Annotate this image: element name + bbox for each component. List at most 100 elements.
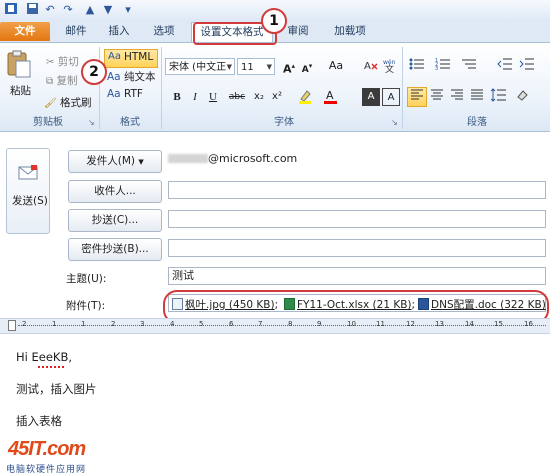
plain-text-format-prefix: Aa: [107, 71, 121, 83]
shading-icon[interactable]: [514, 88, 532, 106]
svg-text:A: A: [326, 89, 334, 102]
cut-label: 剪切: [57, 56, 79, 68]
ruler-number: 14: [465, 320, 474, 328]
shrink-font-button[interactable]: A▾: [298, 57, 316, 75]
dialog-launcher-icon[interactable]: ↘: [391, 118, 398, 127]
send-button[interactable]: 发送(S): [6, 148, 50, 234]
plain-text-format-label: 纯文本: [123, 71, 156, 83]
rtf-format-button[interactable]: Aa RTF: [107, 88, 143, 100]
html-format-button[interactable]: Aa HTML: [104, 49, 158, 68]
bcc-field[interactable]: [168, 239, 546, 257]
bcc-button[interactable]: 密件抄送(B)...: [68, 238, 162, 261]
redo-icon[interactable]: ↷: [60, 2, 76, 17]
chevron-down-icon: ▼: [226, 63, 232, 71]
down-arrow-icon[interactable]: ▼: [100, 2, 116, 17]
numbering-icon[interactable]: 123: [434, 57, 452, 75]
format-painter-button[interactable]: 🖌 格式刷: [44, 95, 92, 110]
ruler-number: 4: [170, 320, 175, 328]
from-domain: @microsoft.com: [208, 152, 298, 165]
italic-button[interactable]: I: [186, 88, 204, 106]
change-case-label: Aa: [328, 59, 344, 72]
align-center-icon[interactable]: [428, 88, 446, 106]
dialog-launcher-icon[interactable]: ↘: [88, 118, 95, 127]
ribbon: 粘贴 ✂ 剪切 ⧉ 复制 🖌 格式刷 剪贴板 ↘ Aa HTML Aa 纯文本 …: [0, 43, 550, 132]
bullets-icon[interactable]: [408, 57, 426, 75]
tab-addins[interactable]: 加载项: [326, 22, 374, 41]
spellcheck-underline: [38, 364, 64, 368]
grow-font-button[interactable]: A▴: [280, 57, 298, 76]
increase-indent-icon[interactable]: [518, 57, 536, 75]
decrease-indent-icon[interactable]: [496, 57, 514, 75]
change-case-button[interactable]: Aa: [324, 57, 348, 75]
ruler-number: 16: [524, 320, 533, 328]
ruler-number: 5: [199, 320, 204, 328]
ruler-number: 12: [406, 320, 415, 328]
phonetic-guide-icon[interactable]: wén 文: [382, 57, 400, 75]
ruler-number: 13: [435, 320, 444, 328]
highlight-icon[interactable]: [296, 88, 314, 106]
chevron-down-icon: ▼: [138, 158, 144, 166]
callout-marker-1: 1: [261, 8, 287, 34]
align-right-icon[interactable]: [448, 88, 466, 106]
plain-text-format-button[interactable]: Aa 纯文本: [107, 69, 155, 84]
save-icon[interactable]: [24, 2, 40, 17]
ruler-number: 3: [140, 320, 145, 328]
body-line-3[interactable]: 插入表格: [16, 413, 62, 429]
svg-text:文: 文: [385, 63, 394, 73]
subscript-button[interactable]: x₂: [250, 88, 268, 106]
font-size-combo[interactable]: 11 ▼: [237, 58, 275, 75]
clipboard-group-label: 剪贴板: [33, 117, 63, 128]
clear-formatting-icon[interactable]: A: [362, 57, 380, 75]
multilevel-list-icon[interactable]: [460, 57, 478, 75]
character-border-icon[interactable]: A: [382, 88, 400, 106]
justify-icon[interactable]: [468, 88, 486, 106]
undo-icon[interactable]: ↶: [42, 2, 58, 17]
ruler-number: 2: [111, 320, 116, 328]
paste-button[interactable]: 粘贴: [10, 83, 31, 98]
cc-field[interactable]: [168, 210, 546, 228]
to-field[interactable]: [168, 181, 546, 199]
body-line-1[interactable]: Hi EeeKB,: [16, 350, 72, 364]
group-divider: [161, 47, 162, 129]
watermark-subtitle: 电脑软硬件应用网: [6, 465, 87, 475]
tab-insert[interactable]: 插入: [101, 22, 137, 41]
ruler-number: 11: [376, 320, 385, 328]
attachments-label: 附件(T):: [66, 300, 106, 312]
bold-button[interactable]: B: [168, 88, 186, 106]
ruler-number: 7: [258, 320, 263, 328]
ruler-number: 8: [288, 320, 293, 328]
subject-field[interactable]: 测试: [168, 267, 546, 285]
copy-button[interactable]: ⧉ 复制: [46, 73, 77, 88]
customize-icon[interactable]: ▾: [120, 2, 136, 17]
ruler-number: 6: [229, 320, 234, 328]
rtf-format-label: RTF: [123, 88, 143, 100]
up-arrow-icon[interactable]: ▲: [82, 2, 98, 17]
tab-selector-icon[interactable]: [8, 320, 16, 331]
format-painter-label: 格式刷: [60, 97, 92, 109]
shrink-font-label: A: [301, 65, 309, 75]
font-color-icon[interactable]: A: [322, 88, 340, 106]
body-line-2[interactable]: 测试，插入图片: [16, 381, 97, 397]
ruler-number: 9: [317, 320, 322, 328]
callout-marker-2: 2: [81, 59, 107, 85]
tab-file[interactable]: 文件: [0, 22, 50, 41]
cut-button[interactable]: ✂ 剪切: [46, 54, 79, 69]
ruler-number: 2: [22, 320, 27, 328]
site-watermark-logo: 45IT.com 电脑软硬件应用网: [4, 438, 124, 475]
superscript-button[interactable]: x²: [268, 88, 286, 106]
font-name-combo[interactable]: 宋体 (中文正 ▼: [165, 58, 235, 75]
to-button[interactable]: 收件人...: [68, 180, 162, 203]
line-spacing-icon[interactable]: [490, 88, 508, 106]
from-button[interactable]: 发件人(M) ▼: [68, 150, 162, 173]
character-shading-icon[interactable]: A: [362, 88, 380, 106]
send-label: 发送(S): [12, 195, 48, 207]
html-format-prefix: Aa: [108, 51, 121, 62]
align-left-icon[interactable]: [407, 87, 427, 107]
cc-button[interactable]: 抄送(C)...: [68, 209, 162, 232]
strikethrough-button[interactable]: abc: [226, 88, 248, 106]
paste-icon[interactable]: [6, 49, 32, 79]
tab-options[interactable]: 选项: [146, 22, 182, 41]
tab-mail[interactable]: 邮件: [58, 22, 94, 41]
copy-icon: ⧉: [46, 76, 54, 87]
underline-button[interactable]: U: [204, 88, 222, 106]
